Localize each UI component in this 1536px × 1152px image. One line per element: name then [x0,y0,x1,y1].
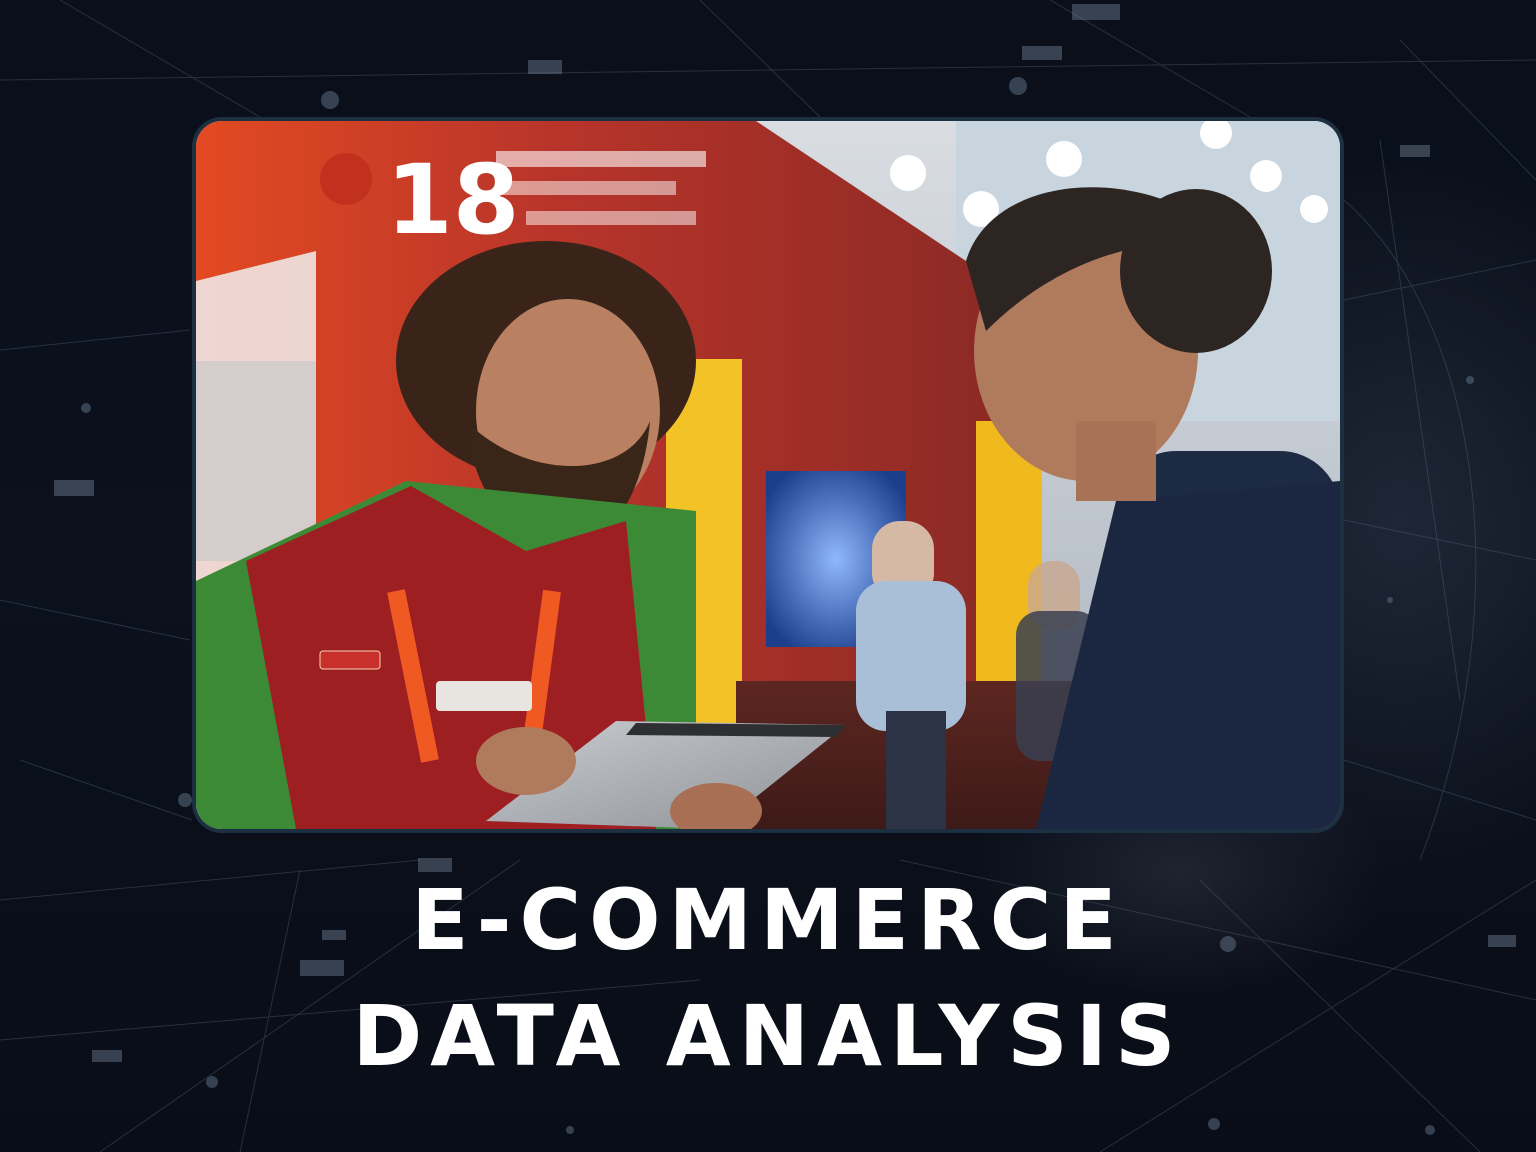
trade-show-photo: 18 [196,121,1340,829]
headline: E-COMMERCE DATA ANALYSIS [0,862,1536,1094]
headline-line-2: DATA ANALYSIS [352,987,1184,1085]
photo-frame: 18 [192,117,1344,833]
poster: 18 E-COMMERCE DATA ANALYSIS [0,0,1536,1152]
headline-line-1: E-COMMERCE [411,871,1125,969]
